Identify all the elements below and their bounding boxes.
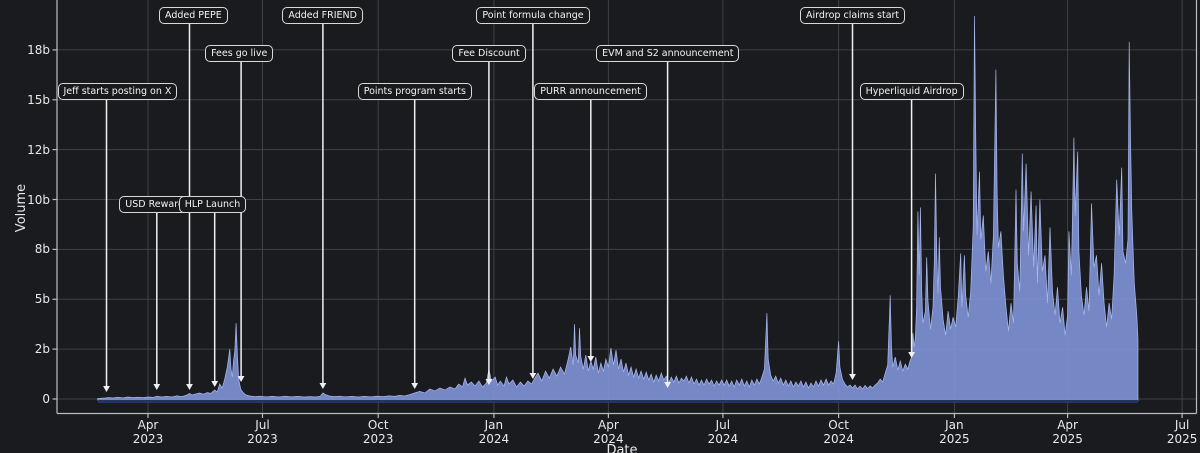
annotation-arrow-points-program-starts [411,99,419,389]
annotation-hyperliquid-airdrop: Hyperliquid Airdrop [859,83,964,100]
annotation-hlp-launch: HLP Launch [178,196,247,213]
annotation-airdrop-claims-start: Airdrop claims start [800,7,906,24]
y-tick-label-5b: 5b [34,292,50,307]
annotation-added-pepe: Added PEPE [159,7,228,24]
x-tick-label-jan-2025: Jan 2025 [939,418,970,446]
x-tick-label-apr-2025: Apr 2025 [1052,418,1083,446]
y-axis-title: Volume [14,183,29,233]
annotation-evm-and-s2-announcement: EVM and S2 announcement [596,45,740,62]
y-tick-label-10b: 10b [27,192,50,207]
volume-area-series [97,15,1139,401]
x-tick-label-jul-2025: Jul 2025 [1166,418,1198,446]
y-tick-label-2b: 2b [34,342,50,357]
annotation-arrow-fees-go-live [237,61,245,382]
x-tick-label-oct-2023: Oct 2023 [362,418,394,446]
annotation-arrow-point-formula-change [529,23,537,379]
annotation-arrow-added-friend [319,23,327,389]
x-tick-label-jan-2024: Jan 2024 [478,418,510,446]
y-tick-label-15b: 15b [27,92,50,107]
annotation-arrow-hyperliquid-airdrop [908,99,915,358]
plot-canvas [52,0,1198,418]
annotation-arrow-fee-discount [485,61,493,385]
volume-chart-figure: Volume Date Apr 2023 Jul 2023 Oct 2023 Jan … [0,0,1200,453]
annotation-arrow-usd-reward [153,212,161,390]
x-tick-label-apr-2023: Apr 2023 [132,418,164,446]
y-tick-label-0: 0 [42,392,50,406]
annotation-purr-announcement: PURR announcement [534,83,647,100]
x-tick-label-jul-2024: Jul 2024 [707,418,739,446]
annotation-arrow-jeff-starts-posting-on-x [103,99,110,392]
annotation-point-formula-change: Point formula change [476,7,590,24]
x-tick-label-jul-2023: Jul 2023 [247,418,278,446]
annotation-points-program-starts: Points program starts [357,83,472,100]
annotation-arrow-evm-and-s2-announcement [664,61,671,388]
annotation-arrow-airdrop-claims-start [849,23,856,380]
annotation-added-friend: Added FRIEND [282,7,363,24]
y-tick-label-18b: 18b [27,42,50,57]
annotation-arrow-purr-announcement [587,99,595,362]
annotation-fees-go-live: Fees go live [205,45,274,62]
x-tick-label-oct-2024: Oct 2024 [823,418,854,446]
y-tick-label-12b: 12b [27,142,50,157]
x-tick-label-apr-2024: Apr 2024 [593,418,624,446]
annotation-fee-discount: Fee Discount [452,45,526,62]
y-tick-label-8b: 8b [34,242,50,257]
annotation-jeff-starts-posting-on-x: Jeff starts posting on X [57,83,178,100]
